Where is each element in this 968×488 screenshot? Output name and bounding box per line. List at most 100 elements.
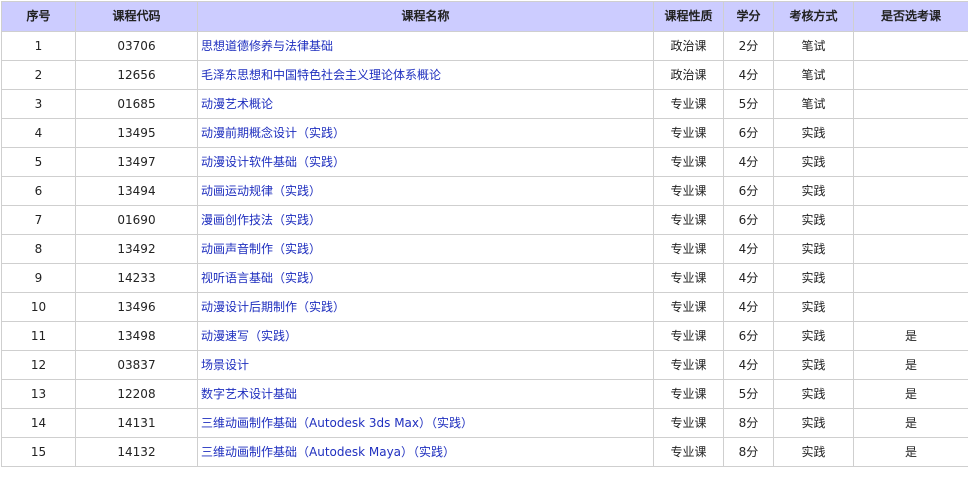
cell-course-code: 13498	[76, 322, 198, 351]
cell-credit: 6分	[724, 206, 774, 235]
course-name-link[interactable]: 动漫设计后期制作（实践）	[201, 300, 345, 314]
cell-course-type: 专业课	[654, 119, 724, 148]
cell-credit: 4分	[724, 235, 774, 264]
cell-exam-method: 实践	[774, 293, 854, 322]
table-row: 212656毛泽东思想和中国特色社会主义理论体系概论政治课4分笔试	[2, 61, 968, 90]
cell-course-type: 专业课	[654, 148, 724, 177]
cell-elective	[854, 293, 968, 322]
cell-elective: 是	[854, 409, 968, 438]
course-name-link[interactable]: 动漫设计软件基础（实践）	[201, 155, 345, 169]
cell-exam-method: 实践	[774, 438, 854, 467]
cell-course-code: 03837	[76, 351, 198, 380]
cell-elective	[854, 61, 968, 90]
cell-index: 5	[2, 148, 76, 177]
cell-course-type: 专业课	[654, 177, 724, 206]
cell-course-type: 专业课	[654, 206, 724, 235]
cell-exam-method: 实践	[774, 148, 854, 177]
cell-index: 1	[2, 32, 76, 61]
cell-elective: 是	[854, 322, 968, 351]
cell-elective	[854, 119, 968, 148]
cell-elective	[854, 177, 968, 206]
cell-course-type: 专业课	[654, 293, 724, 322]
cell-elective	[854, 206, 968, 235]
cell-credit: 5分	[724, 90, 774, 119]
header-exam-method: 考核方式	[774, 2, 854, 32]
table-row: 301685动漫艺术概论专业课5分笔试	[2, 90, 968, 119]
cell-elective	[854, 90, 968, 119]
cell-elective	[854, 148, 968, 177]
cell-course-type: 专业课	[654, 322, 724, 351]
cell-exam-method: 实践	[774, 409, 854, 438]
cell-course-name: 动漫艺术概论	[198, 90, 654, 119]
cell-index: 2	[2, 61, 76, 90]
cell-credit: 8分	[724, 438, 774, 467]
table-row: 914233视听语言基础（实践）专业课4分实践	[2, 264, 968, 293]
cell-credit: 4分	[724, 264, 774, 293]
cell-exam-method: 实践	[774, 177, 854, 206]
cell-elective	[854, 264, 968, 293]
cell-course-code: 13494	[76, 177, 198, 206]
cell-index: 6	[2, 177, 76, 206]
course-name-link[interactable]: 三维动画制作基础（Autodesk Maya）（实践）	[201, 445, 455, 459]
cell-elective: 是	[854, 380, 968, 409]
cell-course-name: 动画运动规律（实践）	[198, 177, 654, 206]
cell-elective	[854, 32, 968, 61]
course-name-link[interactable]: 三维动画制作基础（Autodesk 3ds Max）（实践）	[201, 416, 473, 430]
course-name-link[interactable]: 动漫艺术概论	[201, 97, 273, 111]
course-name-link[interactable]: 数字艺术设计基础	[201, 387, 297, 401]
course-name-link[interactable]: 毛泽东思想和中国特色社会主义理论体系概论	[201, 68, 441, 82]
cell-course-code: 13497	[76, 148, 198, 177]
cell-course-name: 三维动画制作基础（Autodesk Maya）（实践）	[198, 438, 654, 467]
cell-credit: 4分	[724, 148, 774, 177]
cell-course-code: 12208	[76, 380, 198, 409]
cell-course-type: 专业课	[654, 409, 724, 438]
cell-index: 13	[2, 380, 76, 409]
cell-index: 14	[2, 409, 76, 438]
cell-elective: 是	[854, 438, 968, 467]
course-name-link[interactable]: 动画运动规律（实践）	[201, 184, 321, 198]
cell-elective: 是	[854, 351, 968, 380]
cell-exam-method: 实践	[774, 235, 854, 264]
table-row: 701690漫画创作技法（实践） 专业课6分实践	[2, 206, 968, 235]
cell-exam-method: 实践	[774, 322, 854, 351]
course-name-link[interactable]: 动漫速写（实践）	[201, 329, 297, 343]
cell-credit: 6分	[724, 119, 774, 148]
cell-credit: 4分	[724, 293, 774, 322]
cell-course-code: 13496	[76, 293, 198, 322]
course-name-link[interactable]: 动画声音制作（实践）	[201, 242, 321, 256]
cell-course-name: 场景设计	[198, 351, 654, 380]
cell-credit: 5分	[724, 380, 774, 409]
course-name-link[interactable]: 场景设计	[201, 358, 249, 372]
table-row: 513497动漫设计软件基础（实践） 专业课4分实践	[2, 148, 968, 177]
course-name-link[interactable]: 思想道德修养与法律基础	[201, 39, 333, 53]
cell-course-code: 03706	[76, 32, 198, 61]
table-row: 103706思想道德修养与法律基础政治课2分笔试	[2, 32, 968, 61]
cell-exam-method: 笔试	[774, 61, 854, 90]
cell-index: 3	[2, 90, 76, 119]
table-row: 613494动画运动规律（实践）专业课6分实践	[2, 177, 968, 206]
cell-course-name: 思想道德修养与法律基础	[198, 32, 654, 61]
cell-course-type: 专业课	[654, 90, 724, 119]
header-credit: 学分	[724, 2, 774, 32]
table-body: 103706思想道德修养与法律基础政治课2分笔试212656毛泽东思想和中国特色…	[2, 32, 968, 467]
table-row: 813492动画声音制作（实践）专业课4分实践	[2, 235, 968, 264]
course-name-link[interactable]: 动漫前期概念设计（实践）	[201, 126, 345, 140]
cell-course-type: 专业课	[654, 438, 724, 467]
header-course-code: 课程代码	[76, 2, 198, 32]
table-header-row: 序号 课程代码 课程名称 课程性质 学分 考核方式 是否选考课	[2, 2, 968, 32]
cell-course-name: 动漫速写（实践）	[198, 322, 654, 351]
header-elective: 是否选考课	[854, 2, 968, 32]
cell-course-code: 12656	[76, 61, 198, 90]
header-index: 序号	[2, 2, 76, 32]
cell-exam-method: 笔试	[774, 32, 854, 61]
course-name-link[interactable]: 漫画创作技法（实践）	[201, 213, 321, 227]
cell-course-code: 01690	[76, 206, 198, 235]
cell-exam-method: 实践	[774, 206, 854, 235]
table-row: 413495动漫前期概念设计（实践）专业课6分实践	[2, 119, 968, 148]
table-row: 1414131三维动画制作基础（Autodesk 3ds Max）（实践）专业课…	[2, 409, 968, 438]
cell-course-name: 动漫设计后期制作（实践）	[198, 293, 654, 322]
cell-course-name: 漫画创作技法（实践）	[198, 206, 654, 235]
cell-index: 7	[2, 206, 76, 235]
course-name-link[interactable]: 视听语言基础（实践）	[201, 271, 321, 285]
cell-credit: 4分	[724, 351, 774, 380]
